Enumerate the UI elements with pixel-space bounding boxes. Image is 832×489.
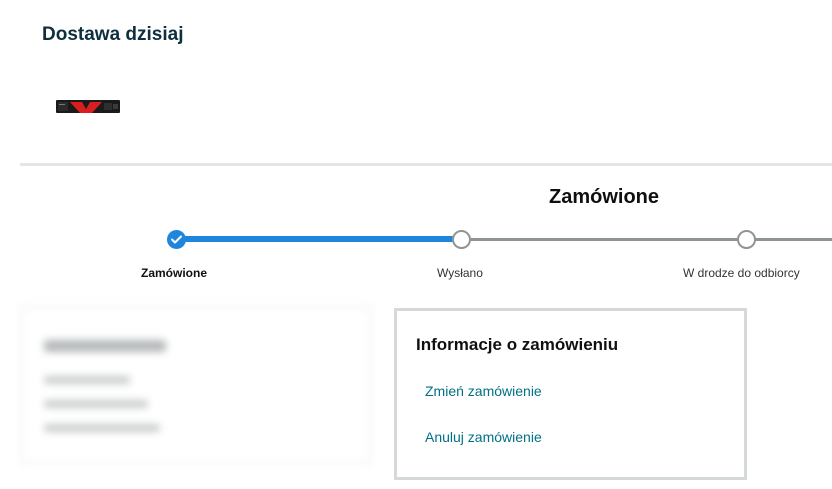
order-info-card: Informacje o zamówieniu Zmień zamówienie… — [394, 308, 747, 480]
blurred-address-card — [20, 306, 372, 464]
product-thumbnail[interactable] — [56, 97, 120, 116]
order-info-title: Informacje o zamówieniu — [416, 335, 619, 354]
progress-track-pending — [462, 238, 832, 241]
blurred-text — [44, 340, 166, 352]
current-status-heading: Zamówione — [549, 186, 660, 208]
ssd-product-icon — [56, 100, 120, 113]
step-label-shipped: Wysłano — [437, 266, 483, 280]
cancel-order-link[interactable]: Anuluj zamówienie — [425, 429, 542, 445]
section-divider — [20, 163, 832, 166]
checkmark-icon — [171, 235, 182, 244]
step-node-shipped — [452, 230, 471, 249]
step-label-in-transit: W drodze do odbiorcy — [683, 266, 800, 280]
progress-track-done — [176, 236, 462, 242]
blurred-text — [44, 376, 130, 384]
change-order-link[interactable]: Zmień zamówienie — [425, 383, 542, 399]
blurred-text — [44, 424, 160, 432]
blurred-text — [44, 400, 148, 408]
step-label-ordered: Zamówione — [141, 266, 208, 280]
step-node-in-transit — [737, 230, 756, 249]
step-node-ordered — [167, 230, 186, 249]
delivery-title: Dostawa dzisiaj — [42, 24, 184, 45]
